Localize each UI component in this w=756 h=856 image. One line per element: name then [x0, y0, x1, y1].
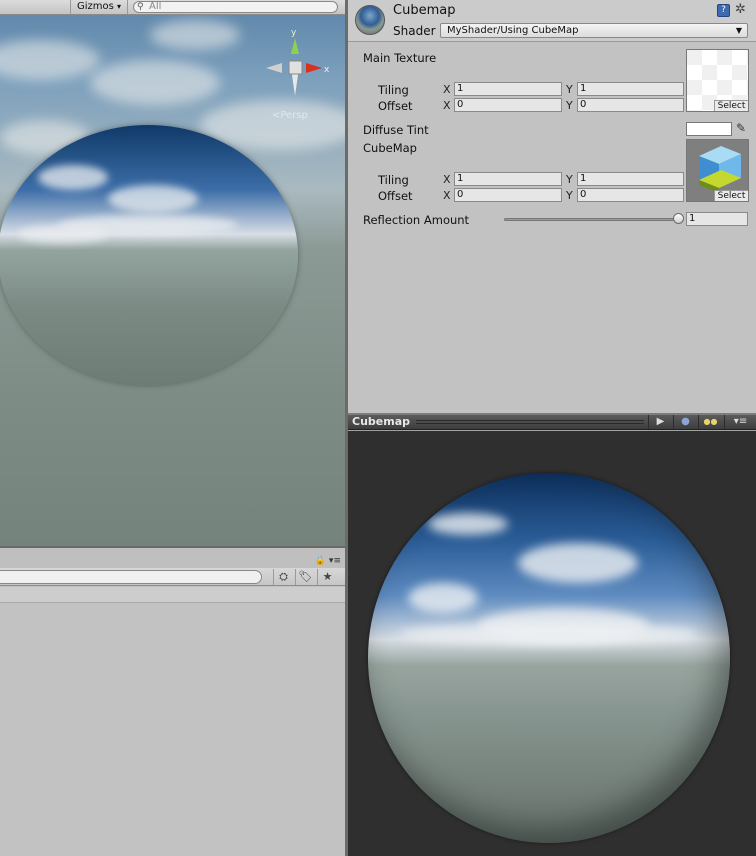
scene-orientation-gizmo[interactable]: y x	[262, 26, 332, 101]
diffuse-tint-color-field[interactable]	[686, 122, 732, 136]
persp-label[interactable]: <Persp	[272, 110, 308, 121]
main-tiling-y-field[interactable]: 1	[577, 82, 684, 96]
preview-title: Cubemap	[352, 415, 410, 428]
gizmos-dropdown[interactable]: Gizmos ▾	[70, 0, 129, 14]
scene-search-input[interactable]: ⚲ All	[133, 1, 338, 13]
diffuse-tint-label: Diffuse Tint	[363, 123, 429, 137]
chevron-down-icon: ▼	[735, 26, 742, 35]
inspector-panel: Cubemap Shader MyShader/Using CubeMap ▼ …	[348, 0, 756, 413]
cubemap-offset-y-field[interactable]: 0	[577, 188, 684, 202]
gear-icon[interactable]: ✲	[735, 2, 746, 17]
reflection-amount-field[interactable]: 1	[686, 212, 748, 226]
help-book-icon[interactable]: ?	[717, 4, 730, 17]
material-preview[interactable]	[348, 431, 756, 856]
axis-x-label: x	[324, 65, 330, 75]
cubemap-tiling-x-label: X	[443, 173, 451, 186]
neg-x-axis-cone-icon	[266, 63, 282, 73]
main-tiling-x-field[interactable]: 1	[454, 82, 562, 96]
main-texture-select-button[interactable]: Select	[714, 100, 748, 111]
reflection-amount-slider[interactable]	[504, 218, 678, 221]
project-tab-bar: 🔒 ▾≡	[0, 548, 345, 568]
eyedropper-icon[interactable]: ✎	[736, 121, 746, 135]
x-axis-cone-icon	[306, 63, 322, 73]
main-offset-y-field[interactable]: 0	[577, 98, 684, 112]
sky-cloud	[0, 40, 100, 80]
main-texture-label: Main Texture	[363, 51, 437, 65]
material-name: Cubemap	[393, 3, 456, 18]
main-offset-y-label: Y	[566, 99, 573, 112]
shader-dropdown[interactable]: MyShader/Using CubeMap ▼	[440, 23, 748, 38]
preview-drag-grip[interactable]	[416, 420, 644, 424]
project-breadcrumb-bar	[0, 587, 345, 603]
material-thumbnail	[355, 5, 385, 35]
reflection-amount-label: Reflection Amount	[363, 213, 470, 227]
main-tiling-y-label: Y	[566, 83, 573, 96]
preview-lights-icon[interactable]: ●●	[698, 415, 722, 429]
filter-by-label-icon[interactable]: 🏷	[295, 569, 315, 585]
scene-view[interactable]: Gizmos ▾ ⚲ All y x <Persp	[0, 0, 345, 546]
cubemap-offset-label: Offset	[378, 189, 413, 203]
sky-cloud	[90, 60, 220, 105]
cubemap-tiling-x-field[interactable]: 1	[454, 172, 562, 186]
cubemap-offset-y-label: Y	[566, 189, 573, 202]
favorites-star-icon[interactable]: ★	[317, 569, 337, 585]
main-tiling-label: Tiling	[378, 83, 409, 97]
cubemap-offset-x-label: X	[443, 189, 451, 202]
project-search-input[interactable]	[0, 570, 262, 584]
panel-menu-icon[interactable]: ▾≡	[724, 415, 756, 429]
axis-y-label: y	[291, 28, 297, 38]
main-offset-label: Offset	[378, 99, 413, 113]
cubemap-offset-x-field[interactable]: 0	[454, 188, 562, 202]
preview-sphere[interactable]	[368, 473, 730, 843]
search-placeholder: All	[149, 1, 162, 12]
main-tiling-x-label: X	[443, 83, 451, 96]
shader-value: MyShader/Using CubeMap	[447, 25, 579, 36]
search-icon: ⚲	[137, 2, 144, 12]
preview-header: Cubemap ▶ ● ●● ▾≡	[348, 415, 756, 430]
scene-toolbar: Gizmos ▾ ⚲ All	[0, 0, 345, 15]
project-toolbar: ⛭ 🏷 ★	[0, 568, 345, 586]
main-offset-x-label: X	[443, 99, 451, 112]
reflection-amount-slider-thumb[interactable]	[672, 213, 684, 224]
project-panel: 🔒 ▾≡ ⛭ 🏷 ★	[0, 546, 345, 856]
gizmo-center-cube-icon	[288, 60, 303, 75]
project-browser[interactable]	[0, 587, 345, 856]
panel-menu-icon[interactable]: 🔒 ▾≡	[315, 556, 341, 566]
main-texture-slot[interactable]: Select	[686, 49, 749, 112]
shader-label: Shader	[393, 24, 436, 38]
cubemap-texture-slot[interactable]: Select	[686, 139, 749, 202]
sky-cloud	[150, 20, 240, 50]
cubemap-select-button[interactable]: Select	[714, 190, 748, 201]
chevron-down-icon: ▾	[117, 2, 122, 11]
cubemap-label: CubeMap	[363, 141, 417, 155]
gizmos-label: Gizmos	[77, 1, 114, 12]
cubemap-tiling-label: Tiling	[378, 173, 409, 187]
main-offset-x-field[interactable]: 0	[454, 98, 562, 112]
cubemap-tiling-y-field[interactable]: 1	[577, 172, 684, 186]
play-icon[interactable]: ▶	[648, 415, 672, 429]
scene-sphere[interactable]	[0, 125, 298, 385]
filter-by-type-icon[interactable]: ⛭	[273, 569, 293, 585]
preview-mesh-sphere-icon[interactable]: ●	[673, 415, 697, 429]
cubemap-tiling-y-label: Y	[566, 173, 573, 186]
material-header: Cubemap Shader MyShader/Using CubeMap ▼ …	[348, 0, 756, 42]
y-axis-cone-icon	[291, 38, 299, 54]
